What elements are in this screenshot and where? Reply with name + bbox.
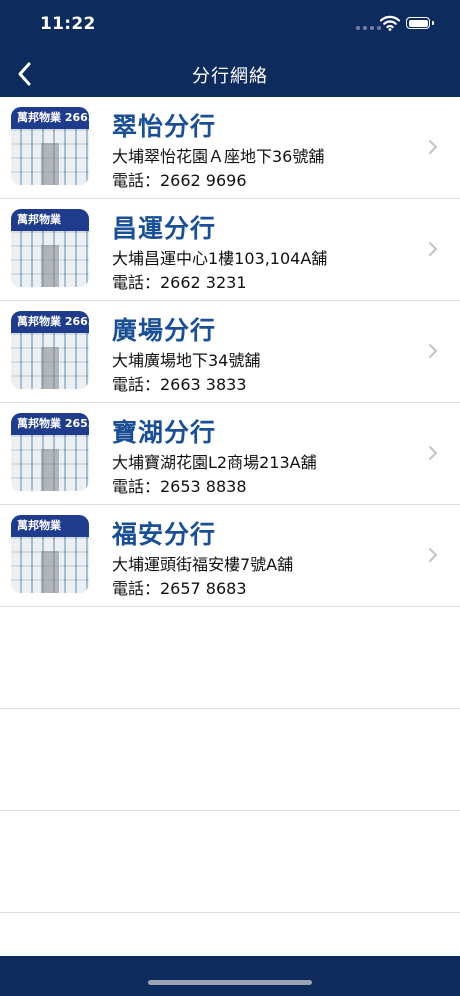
branch-row-cuiyi[interactable]: 萬邦物業 2662 9696 翠怡分行 大埔翠怡花園Ａ座地下36號舖 電話：26… (0, 97, 460, 199)
branch-row-plaza[interactable]: 萬邦物業 2663 3833 廣場分行 大埔廣場地下34號舖 電話：2663 3… (0, 301, 460, 403)
branch-phone: 電話：2657 8683 (112, 579, 247, 598)
shop-sign: 萬邦物業 (11, 515, 89, 537)
empty-list-row (0, 709, 460, 811)
branch-phone: 電話：2663 3833 (112, 375, 247, 394)
cellular-signal-icon (356, 26, 381, 30)
branch-name: 福安分行 (112, 520, 217, 549)
branch-phone: 電話：2662 3231 (112, 273, 247, 292)
shop-sign: 萬邦物業 2663 3833 (11, 311, 89, 333)
branch-photo: 萬邦物業 2653 8838 (11, 413, 89, 491)
branch-row-changyun[interactable]: 萬邦物業 昌運分行 大埔昌運中心1樓103,104A舖 電話：2662 3231 (0, 199, 460, 301)
branch-list: 萬邦物業 2662 9696 翠怡分行 大埔翠怡花園Ａ座地下36號舖 電話：26… (0, 97, 460, 913)
bottom-bar (0, 956, 460, 996)
empty-list-row (0, 811, 460, 913)
branch-address: 大埔運頭街福安樓7號A舖 (112, 555, 294, 574)
page-title: 分行網絡 (192, 66, 268, 87)
empty-list-row (0, 607, 460, 709)
branch-phone: 電話：2662 9696 (112, 171, 247, 190)
shop-sign: 萬邦物業 2662 9696 (11, 107, 89, 129)
branch-address: 大埔寶湖花園L2商場213A舖 (112, 453, 317, 472)
status-time: 11:22 (40, 14, 96, 34)
branch-name: 廣場分行 (112, 316, 217, 345)
chevron-right-icon (429, 344, 437, 358)
branch-name: 寶湖分行 (112, 418, 217, 447)
branch-photo: 萬邦物業 (11, 515, 89, 593)
branch-phone: 電話：2653 8838 (112, 477, 247, 496)
chevron-right-icon (429, 548, 437, 562)
wifi-icon (380, 15, 400, 31)
branch-photo: 萬邦物業 (11, 209, 89, 287)
branch-name: 翠怡分行 (112, 112, 217, 141)
chevron-right-icon (429, 140, 437, 154)
branch-address: 大埔廣場地下34號舖 (112, 351, 261, 370)
battery-icon (406, 17, 434, 29)
shop-sign: 萬邦物業 2653 8838 (11, 413, 89, 435)
chevron-right-icon (429, 446, 437, 460)
shop-sign: 萬邦物業 (11, 209, 89, 231)
branch-row-fuan[interactable]: 萬邦物業 福安分行 大埔運頭街福安樓7號A舖 電話：2657 8683 (0, 505, 460, 607)
chevron-right-icon (429, 242, 437, 256)
branch-address: 大埔翠怡花園Ａ座地下36號舖 (112, 147, 325, 166)
home-indicator[interactable] (148, 980, 312, 985)
branch-name: 昌運分行 (112, 214, 217, 243)
navigation-bar: 11:22 分行網絡 (0, 0, 460, 97)
branch-row-bowu[interactable]: 萬邦物業 2653 8838 寶湖分行 大埔寶湖花園L2商場213A舖 電話：2… (0, 403, 460, 505)
branch-address: 大埔昌運中心1樓103,104A舖 (112, 249, 328, 268)
branch-photo: 萬邦物業 2662 9696 (11, 107, 89, 185)
branch-photo: 萬邦物業 2663 3833 (11, 311, 89, 389)
